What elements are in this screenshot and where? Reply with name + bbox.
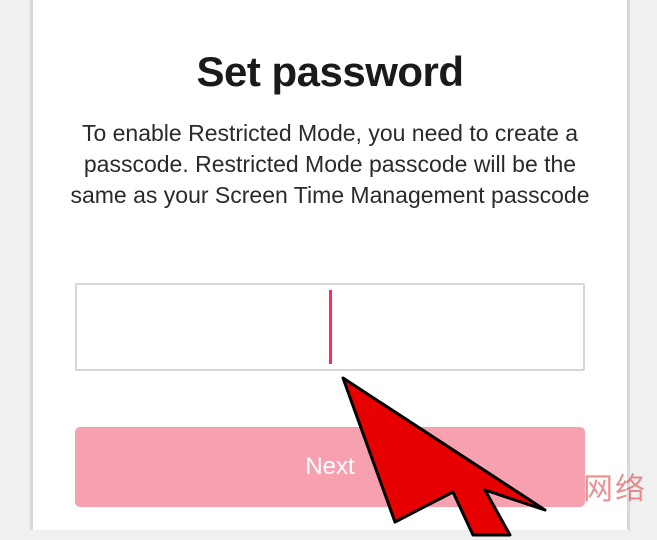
next-button[interactable]: Next bbox=[75, 427, 585, 507]
page-description: To enable Restricted Mode, you need to c… bbox=[70, 118, 590, 211]
next-button-label: Next bbox=[305, 453, 354, 481]
passcode-setup-screen: Set password To enable Restricted Mode, … bbox=[30, 0, 630, 530]
input-cursor bbox=[329, 290, 332, 364]
page-title: Set password bbox=[196, 48, 463, 96]
passcode-input[interactable] bbox=[75, 283, 585, 371]
